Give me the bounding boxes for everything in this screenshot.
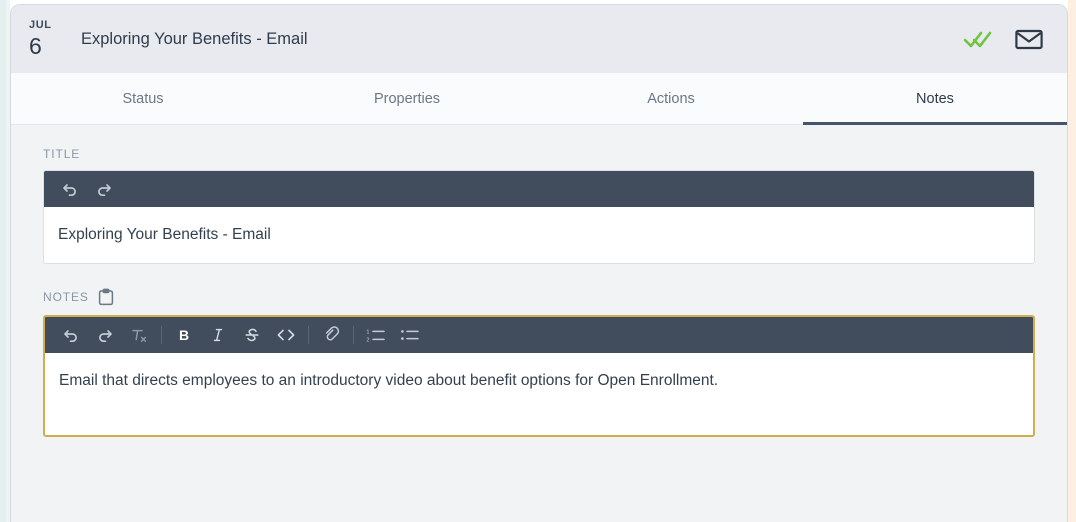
toolbar-separator <box>353 326 354 344</box>
toolbar-separator <box>161 326 162 344</box>
strikethrough-button[interactable] <box>238 321 266 349</box>
card-header: JUL 6 Exploring Your Benefits - Email <box>11 5 1067 73</box>
double-check-icon[interactable] <box>963 29 993 49</box>
undo-button[interactable] <box>57 321 85 349</box>
tab-properties[interactable]: Properties <box>275 73 539 124</box>
date-month: JUL <box>29 20 69 31</box>
unordered-list-button[interactable] <box>396 321 424 349</box>
title-editor: Exploring Your Benefits - Email <box>43 170 1035 264</box>
tab-actions-label: Actions <box>647 91 695 107</box>
title-editor-toolbar <box>44 171 1034 207</box>
date-badge: JUL 6 <box>25 20 69 58</box>
date-day: 6 <box>29 35 69 58</box>
redo-button[interactable] <box>91 321 119 349</box>
tab-properties-label: Properties <box>374 91 440 107</box>
bold-button[interactable]: B <box>170 321 198 349</box>
toolbar-separator <box>308 326 309 344</box>
tab-notes-label: Notes <box>916 91 954 107</box>
title-input[interactable]: Exploring Your Benefits - Email <box>44 207 1034 263</box>
notes-editor-toolbar: B <box>45 317 1033 353</box>
page-title: Exploring Your Benefits - Email <box>69 30 963 49</box>
tab-actions[interactable]: Actions <box>539 73 803 124</box>
clipboard-icon <box>98 288 114 306</box>
italic-button[interactable] <box>204 321 232 349</box>
title-label-text: TITLE <box>43 147 80 161</box>
card-body: TITLE Exploring Your Benefit <box>11 125 1067 522</box>
clear-formatting-icon[interactable] <box>125 321 153 349</box>
code-button[interactable] <box>272 321 300 349</box>
tab-bar: Status Properties Actions Notes <box>11 73 1067 125</box>
tab-status[interactable]: Status <box>11 73 275 124</box>
envelope-icon[interactable] <box>1015 28 1043 50</box>
tab-notes[interactable]: Notes <box>803 73 1067 124</box>
tab-status-label: Status <box>122 91 163 107</box>
record-card: JUL 6 Exploring Your Benefits - Email St… <box>10 4 1068 522</box>
svg-text:2: 2 <box>366 337 369 343</box>
notes-input[interactable]: Email that directs employees to an intro… <box>45 353 1033 435</box>
redo-button[interactable] <box>90 175 118 203</box>
svg-text:1: 1 <box>366 329 369 335</box>
ordered-list-button[interactable]: 1 2 <box>362 321 390 349</box>
notes-field-label: NOTES <box>43 288 1035 306</box>
title-field-label: TITLE <box>43 147 1035 161</box>
header-icon-group <box>963 28 1049 50</box>
link-icon[interactable] <box>317 321 345 349</box>
notes-editor: B <box>43 315 1035 437</box>
undo-button[interactable] <box>56 175 84 203</box>
notes-label-text: NOTES <box>43 290 89 304</box>
